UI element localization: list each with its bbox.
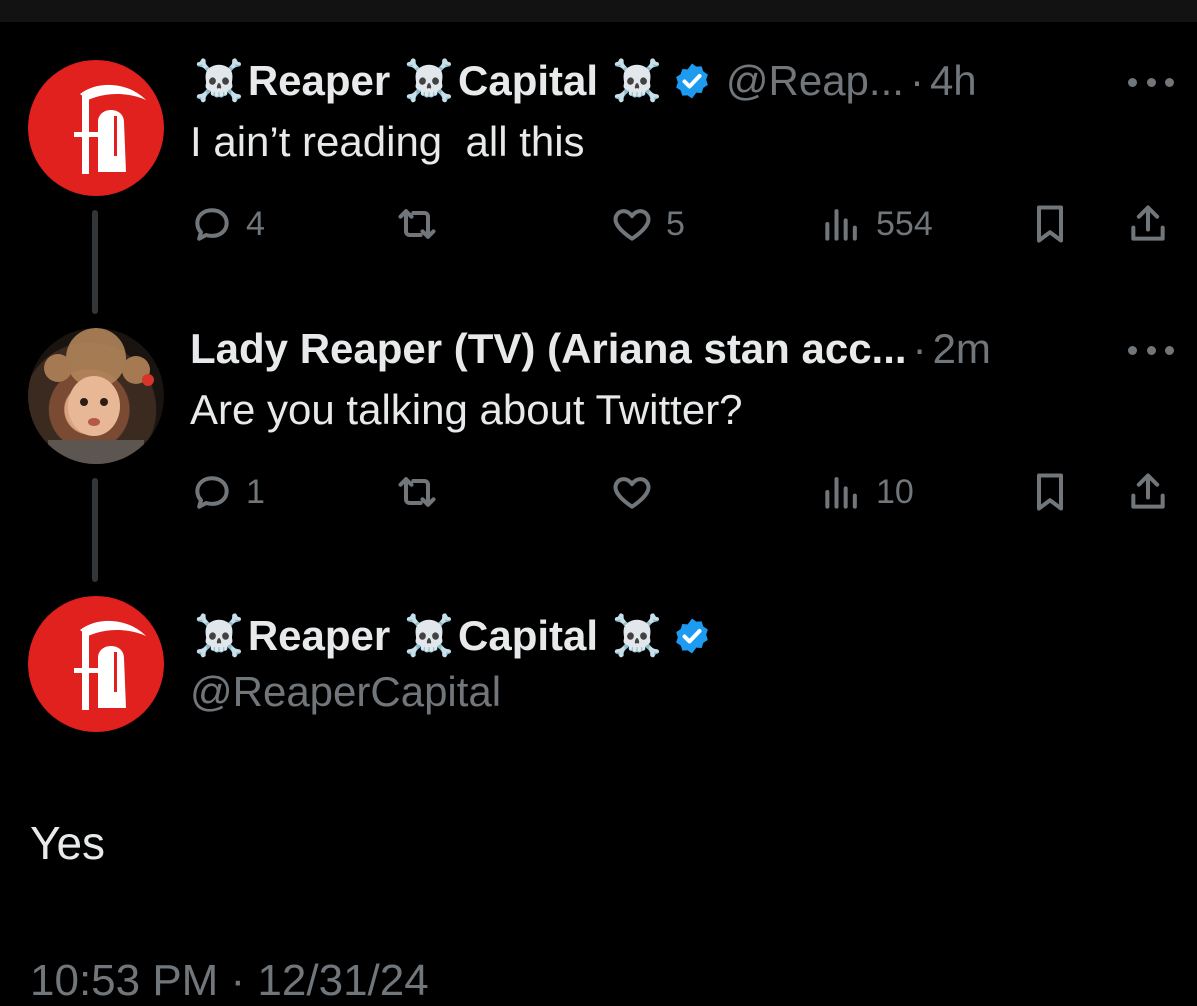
avatar-lady-reaper[interactable] bbox=[28, 328, 164, 464]
skull-emoji-icon: ☠️ bbox=[612, 59, 662, 103]
skull-emoji-icon: ☠️ bbox=[404, 59, 455, 103]
retweet-icon bbox=[398, 209, 436, 239]
share-button[interactable] bbox=[1126, 470, 1170, 514]
reply-count: 1 bbox=[246, 472, 265, 511]
main-tweet-text: Yes bbox=[30, 817, 106, 869]
share-button[interactable] bbox=[1126, 202, 1170, 246]
bookmark-icon bbox=[1036, 473, 1064, 511]
bookmark-button[interactable] bbox=[1028, 202, 1072, 246]
views-button[interactable]: 554 bbox=[820, 202, 933, 246]
reply-icon bbox=[195, 208, 229, 241]
retweet-button[interactable] bbox=[395, 470, 439, 514]
author-handle[interactable]: @ReaperCapital bbox=[190, 668, 501, 716]
reply-count: 4 bbox=[246, 204, 265, 243]
separator-dot: · bbox=[912, 325, 927, 372]
like-button[interactable]: 5 bbox=[610, 202, 685, 246]
more-icon[interactable] bbox=[1128, 343, 1174, 357]
like-icon bbox=[613, 477, 651, 509]
tweet-time[interactable]: 4h bbox=[930, 57, 977, 105]
author-name[interactable]: Lady Reaper (TV) (Ariana stan acc... bbox=[190, 325, 907, 373]
tweet-time[interactable]: 2m bbox=[933, 325, 991, 373]
share-icon bbox=[1131, 473, 1165, 509]
verified-badge-icon[interactable] bbox=[672, 616, 712, 656]
tweet-timestamp: 10:53 PM · 12/31/24 bbox=[30, 956, 429, 1005]
bookmark-button[interactable] bbox=[1028, 470, 1072, 514]
profile-photo bbox=[44, 328, 154, 464]
retweet-icon bbox=[398, 477, 436, 507]
author-name[interactable]: Reaper bbox=[248, 612, 390, 660]
like-count: 5 bbox=[666, 204, 685, 243]
skull-emoji-icon: ☠️ bbox=[404, 614, 455, 658]
top-status-bar bbox=[0, 0, 1197, 22]
views-count: 10 bbox=[876, 472, 914, 511]
separator-dot: · bbox=[909, 57, 924, 104]
thread-connector bbox=[92, 478, 98, 582]
author-handle[interactable]: @Reap... bbox=[726, 57, 904, 105]
skull-emoji-icon: ☠️ bbox=[194, 614, 244, 658]
main-tweet-header: ☠️ Reaper ☠️ Capital ☠️ bbox=[190, 607, 712, 665]
author-name[interactable]: Capital bbox=[458, 57, 598, 105]
thread-connector bbox=[92, 210, 98, 314]
retweet-button[interactable] bbox=[395, 202, 439, 246]
tweet-header: Lady Reaper (TV) (Ariana stan acc... · 2… bbox=[190, 320, 991, 378]
author-name[interactable]: Reaper bbox=[248, 57, 390, 105]
share-icon bbox=[1131, 205, 1165, 241]
reaper-logo-icon bbox=[74, 620, 146, 710]
tweet-text: Are you talking about Twitter? bbox=[190, 386, 743, 433]
views-icon bbox=[825, 477, 857, 509]
tweet-text: I ain’t reading all this bbox=[190, 118, 585, 165]
avatar-reaper-capital[interactable] bbox=[28, 596, 164, 732]
bookmark-icon bbox=[1036, 205, 1064, 243]
author-name[interactable]: Capital bbox=[458, 612, 598, 660]
tweet-header: ☠️ Reaper ☠️ Capital ☠️ @Reap... · 4h bbox=[190, 52, 977, 110]
like-icon bbox=[613, 209, 651, 241]
reaper-logo-icon bbox=[74, 84, 146, 174]
views-button[interactable]: 10 bbox=[820, 470, 914, 514]
like-button[interactable] bbox=[610, 470, 654, 514]
reply-button[interactable]: 1 bbox=[190, 470, 265, 514]
skull-emoji-icon: ☠️ bbox=[194, 59, 244, 103]
views-icon bbox=[825, 209, 857, 241]
reply-icon bbox=[195, 476, 229, 509]
reply-button[interactable]: 4 bbox=[190, 202, 265, 246]
views-count: 554 bbox=[876, 204, 933, 243]
more-icon[interactable] bbox=[1128, 75, 1174, 89]
verified-badge-icon[interactable] bbox=[672, 61, 712, 101]
skull-emoji-icon: ☠️ bbox=[612, 614, 662, 658]
avatar-reaper-capital[interactable] bbox=[28, 60, 164, 196]
